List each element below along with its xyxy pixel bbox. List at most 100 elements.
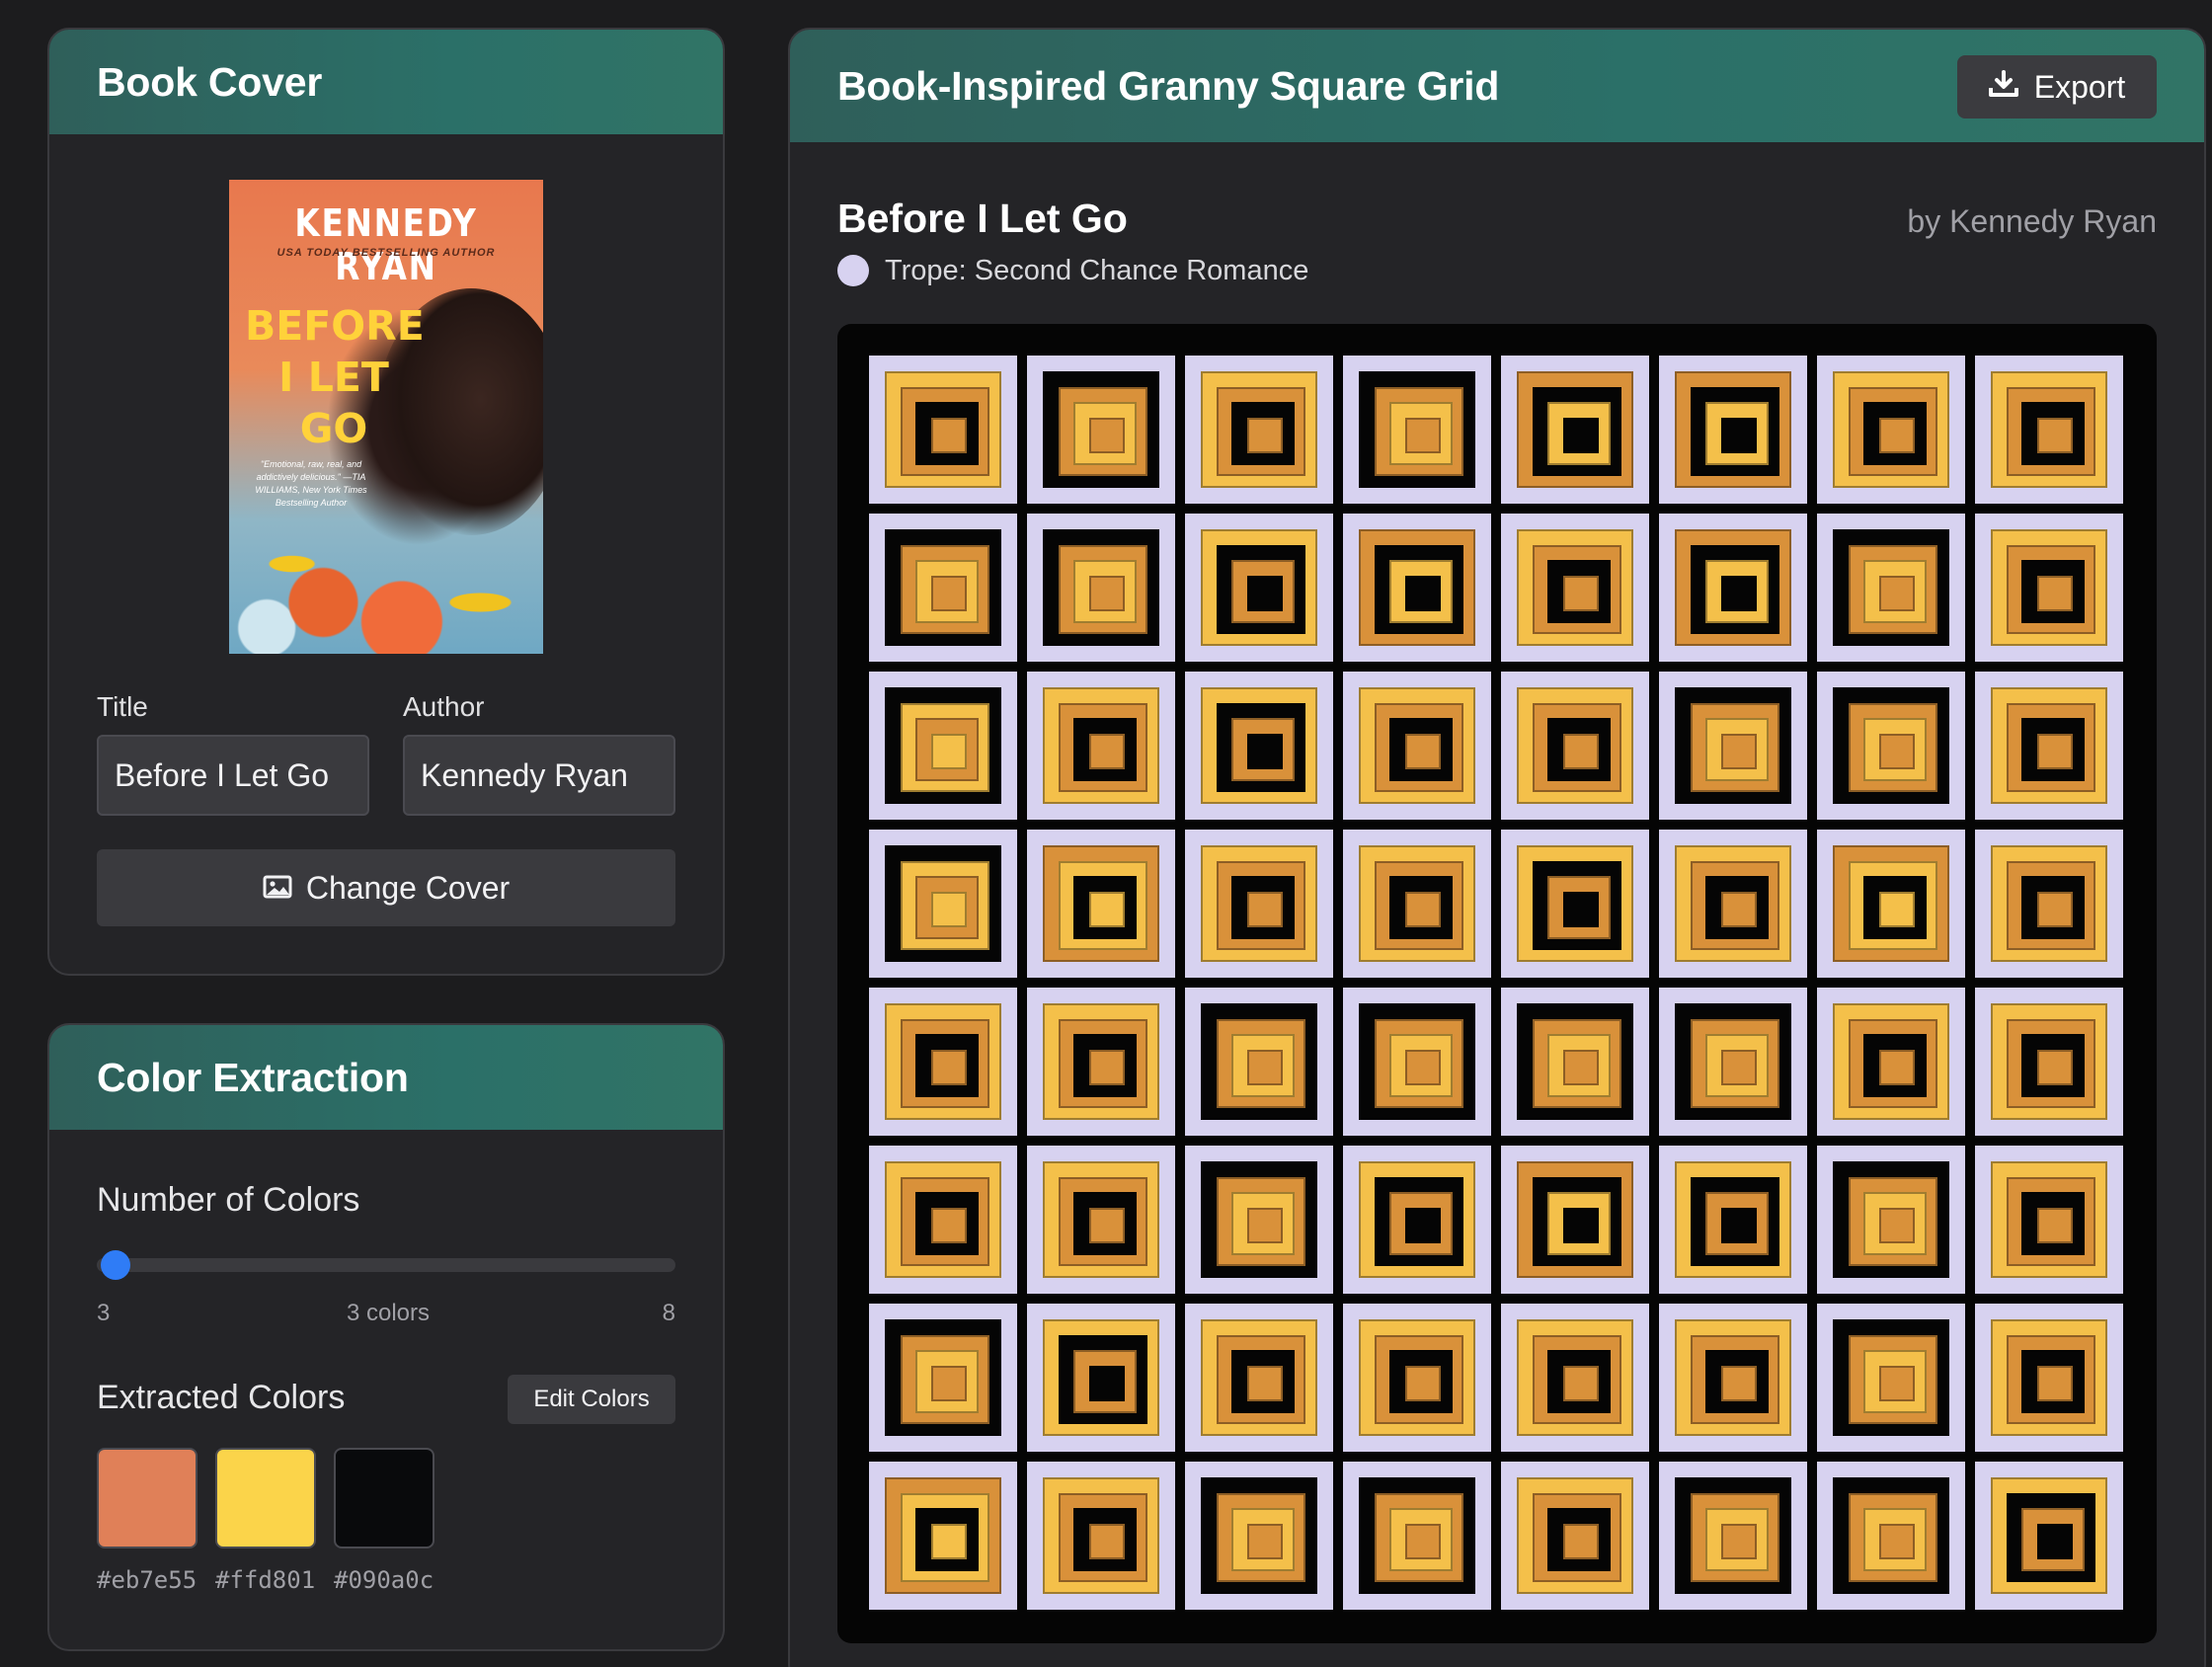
granny-square[interactable] (1185, 514, 1333, 662)
change-cover-button[interactable]: Change Cover (97, 849, 675, 926)
granny-square[interactable] (1659, 830, 1807, 978)
granny-square[interactable] (1185, 356, 1333, 504)
book-title: Before I Let Go (837, 196, 1128, 241)
granny-square[interactable] (1027, 830, 1175, 978)
granny-square-round-1 (1359, 371, 1475, 488)
granny-square[interactable] (1027, 514, 1175, 662)
color-swatch[interactable] (97, 1448, 198, 1548)
color-swatch[interactable] (215, 1448, 316, 1548)
granny-square[interactable] (1975, 1146, 2123, 1294)
author-input[interactable]: Kennedy Ryan (403, 735, 675, 816)
granny-square[interactable] (1501, 356, 1649, 504)
granny-square-round-3 (1705, 1508, 1769, 1571)
granny-square[interactable] (1185, 1146, 1333, 1294)
granny-square[interactable] (869, 514, 1017, 662)
granny-square[interactable] (1027, 356, 1175, 504)
granny-square[interactable] (1501, 1462, 1649, 1610)
granny-square[interactable] (1975, 988, 2123, 1136)
granny-square-round-3 (1231, 876, 1295, 939)
granny-square[interactable] (1659, 514, 1807, 662)
granny-square-round-4 (1247, 576, 1283, 611)
granny-square[interactable] (1343, 988, 1491, 1136)
granny-square-round-2 (1059, 1019, 1147, 1108)
granny-square[interactable] (1659, 356, 1807, 504)
granny-square-round-3 (1547, 560, 1611, 623)
granny-square[interactable] (1027, 1304, 1175, 1452)
granny-square[interactable] (1501, 514, 1649, 662)
granny-square[interactable] (1185, 830, 1333, 978)
granny-square[interactable] (1343, 1304, 1491, 1452)
granny-square[interactable] (1343, 1462, 1491, 1610)
granny-square-round-3 (2021, 876, 2085, 939)
granny-square[interactable] (1501, 672, 1649, 820)
granny-square-round-3 (915, 1350, 979, 1413)
granny-square[interactable] (1185, 672, 1333, 820)
granny-square[interactable] (1817, 356, 1965, 504)
granny-square[interactable] (1975, 514, 2123, 662)
granny-square[interactable] (1185, 1304, 1333, 1452)
granny-square[interactable] (1817, 672, 1965, 820)
granny-square[interactable] (1659, 1462, 1807, 1610)
granny-square[interactable] (869, 830, 1017, 978)
granny-square[interactable] (1975, 356, 2123, 504)
colors-slider-thumb[interactable] (101, 1250, 130, 1280)
granny-square[interactable] (1343, 514, 1491, 662)
granny-square[interactable] (869, 1462, 1017, 1610)
granny-square[interactable] (1975, 1462, 2123, 1610)
granny-square-round-4 (1879, 1524, 1915, 1559)
granny-square-round-2 (1217, 545, 1305, 634)
granny-square[interactable] (1659, 672, 1807, 820)
granny-square[interactable] (1659, 988, 1807, 1136)
export-button[interactable]: Export (1957, 55, 2157, 119)
title-input[interactable]: Before I Let Go (97, 735, 369, 816)
granny-square-grid (837, 324, 2157, 1643)
granny-square[interactable] (1975, 1304, 2123, 1452)
granny-square-round-3 (1547, 402, 1611, 465)
granny-square[interactable] (1817, 830, 1965, 978)
granny-square[interactable] (1501, 988, 1649, 1136)
granny-square[interactable] (869, 672, 1017, 820)
granny-square[interactable] (1343, 830, 1491, 978)
granny-square[interactable] (1343, 356, 1491, 504)
granny-square[interactable] (1975, 830, 2123, 978)
granny-square[interactable] (1185, 988, 1333, 1136)
granny-square-round-3 (1389, 718, 1453, 781)
granny-square[interactable] (1817, 1304, 1965, 1452)
granny-square[interactable] (1659, 1304, 1807, 1452)
granny-square[interactable] (1343, 1146, 1491, 1294)
edit-colors-button[interactable]: Edit Colors (508, 1375, 675, 1424)
granny-square[interactable] (1027, 1146, 1175, 1294)
granny-square-round-3 (1231, 1034, 1295, 1097)
granny-square[interactable] (1817, 1146, 1965, 1294)
granny-square[interactable] (1343, 672, 1491, 820)
granny-square-round-4 (1563, 734, 1599, 769)
granny-square[interactable] (1659, 1146, 1807, 1294)
color-swatch[interactable] (334, 1448, 434, 1548)
granny-square[interactable] (1501, 1304, 1649, 1452)
granny-square[interactable] (1817, 988, 1965, 1136)
granny-square[interactable] (1501, 830, 1649, 978)
granny-square[interactable] (1975, 672, 2123, 820)
granny-square-round-1 (1359, 687, 1475, 804)
granny-square-round-1 (1201, 1319, 1317, 1436)
granny-square[interactable] (1185, 1462, 1333, 1610)
granny-square[interactable] (869, 1146, 1017, 1294)
granny-square[interactable] (1027, 988, 1175, 1136)
granny-square[interactable] (1027, 672, 1175, 820)
granny-square-round-1 (1833, 1161, 1949, 1278)
granny-square-round-3 (1863, 402, 1927, 465)
granny-square[interactable] (1817, 514, 1965, 662)
granny-square[interactable] (869, 988, 1017, 1136)
granny-square[interactable] (1501, 1146, 1649, 1294)
granny-square[interactable] (869, 1304, 1017, 1452)
granny-square[interactable] (1817, 1462, 1965, 1610)
granny-square-round-2 (2007, 1177, 2095, 1266)
colors-slider-track[interactable] (97, 1258, 675, 1272)
granny-square[interactable] (869, 356, 1017, 504)
granny-square-round-1 (1991, 529, 2107, 646)
granny-square-round-1 (1517, 1477, 1633, 1594)
granny-square-round-1 (1043, 845, 1159, 962)
granny-square-round-2 (2007, 861, 2095, 950)
granny-square[interactable] (1027, 1462, 1175, 1610)
granny-square-round-1 (1201, 1003, 1317, 1120)
